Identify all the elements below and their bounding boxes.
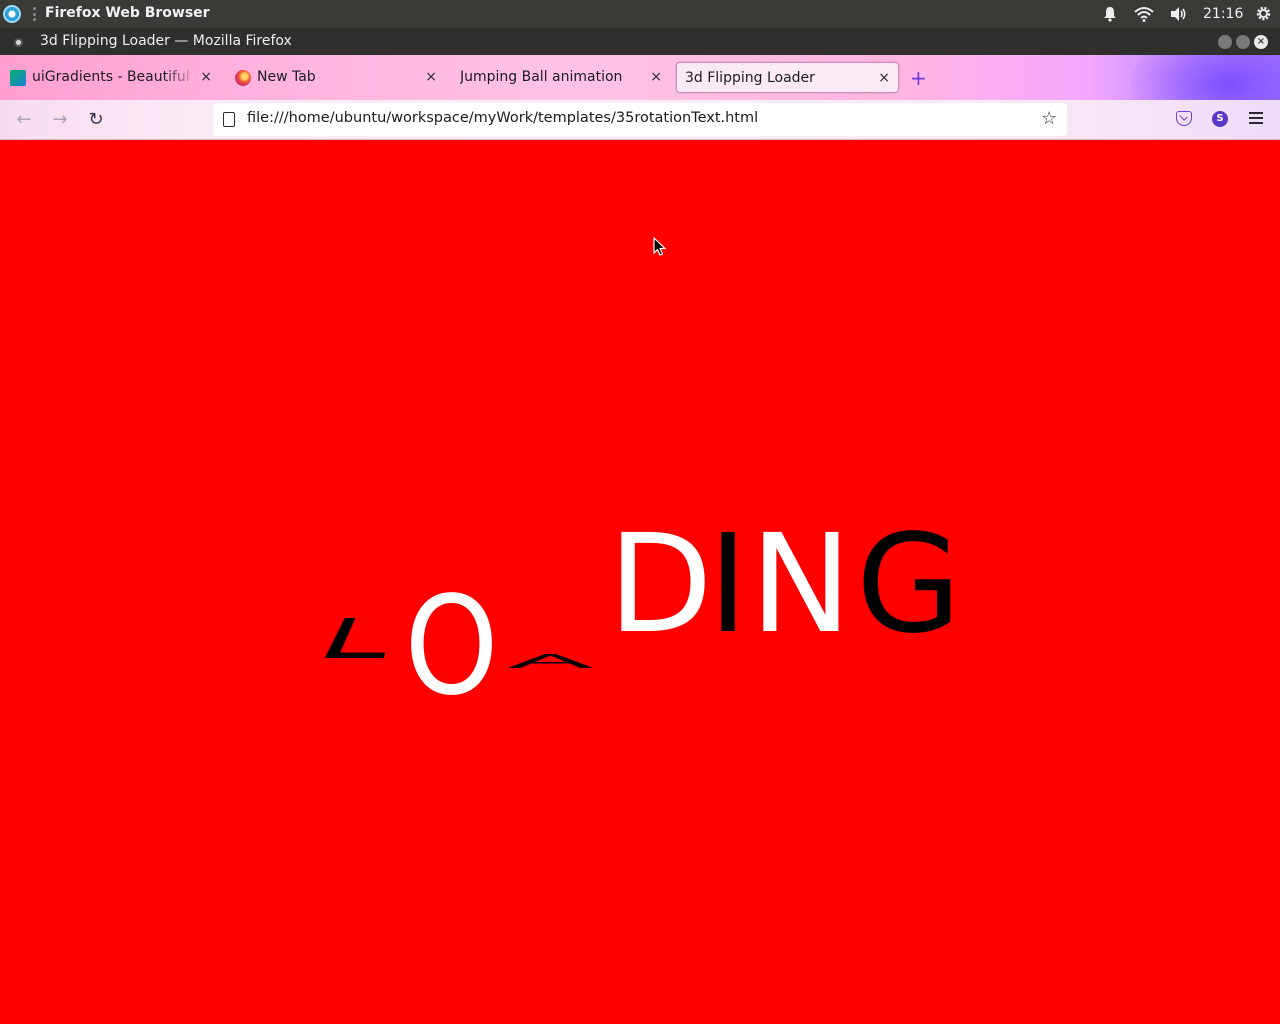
activities-icon[interactable] — [3, 5, 21, 23]
tab-new-tab[interactable]: New Tab × — [225, 62, 445, 93]
loader-letter: O — [404, 568, 499, 726]
mouse-cursor-icon — [653, 237, 667, 256]
tab-close-icon[interactable]: × — [878, 70, 890, 86]
bell-icon[interactable] — [1103, 6, 1117, 22]
clock[interactable]: 21:16 — [1203, 6, 1243, 22]
tab-strip: uiGradients - Beautiful co × New Tab × J… — [0, 55, 1280, 100]
uigradients-icon — [10, 70, 26, 86]
page-icon[interactable] — [223, 112, 235, 127]
tab-close-icon[interactable]: × — [425, 69, 437, 85]
url-bar[interactable]: file:///home/ubuntu/workspace/myWork/tem… — [213, 103, 1067, 136]
close-window-button[interactable]: × — [1254, 35, 1268, 49]
account-avatar[interactable]: S — [1212, 111, 1228, 127]
loader-letter: D — [608, 506, 713, 664]
window-title: 3d Flipping Loader — Mozilla Firefox — [40, 33, 292, 49]
window-indicator-icon — [14, 38, 23, 47]
loader-letter: N — [750, 506, 852, 664]
volume-icon[interactable] — [1170, 6, 1188, 22]
tab-jumping-ball[interactable]: Jumping Ball animation × — [450, 62, 670, 93]
tab-close-icon[interactable]: × — [200, 69, 212, 85]
firefox-icon — [235, 70, 251, 86]
loader-letter: L — [302, 609, 397, 675]
url-input[interactable]: file:///home/ubuntu/workspace/myWork/tem… — [247, 110, 758, 126]
loader-letter: A — [502, 651, 599, 675]
page-content: L O A D I N G — [0, 141, 1280, 1024]
hamburger-menu-icon[interactable] — [1249, 112, 1263, 124]
loader-letter: G — [856, 506, 962, 664]
top-panel: Firefox Web Browser 21:16 — [0, 0, 1280, 28]
reload-button[interactable]: ↻ — [85, 109, 107, 131]
bookmark-star-icon[interactable]: ☆ — [1041, 109, 1057, 129]
app-menu-label[interactable]: Firefox Web Browser — [45, 5, 210, 21]
tab-label: 3d Flipping Loader — [685, 70, 815, 86]
tab-close-icon[interactable]: × — [650, 69, 662, 85]
tab-label: uiGradients - Beautiful co — [32, 69, 197, 85]
wifi-icon[interactable] — [1134, 6, 1154, 22]
maximize-button[interactable] — [1236, 35, 1250, 49]
tab-uigradients[interactable]: uiGradients - Beautiful co × — [0, 62, 220, 93]
tab-label: New Tab — [257, 69, 316, 85]
new-tab-button[interactable]: + — [910, 68, 927, 88]
tab-3d-flipping-loader[interactable]: 3d Flipping Loader × — [676, 62, 899, 93]
window-title-bar: 3d Flipping Loader — Mozilla Firefox × — [0, 28, 1280, 55]
close-icon: × — [1256, 36, 1266, 47]
app-menu-dots-icon — [33, 7, 36, 21]
forward-button[interactable]: → — [49, 109, 71, 131]
back-button[interactable]: ← — [13, 109, 35, 131]
settings-icon[interactable] — [1255, 5, 1272, 22]
minimize-button[interactable] — [1218, 35, 1232, 49]
tab-label: Jumping Ball animation — [460, 69, 623, 85]
loader-letter: I — [708, 506, 749, 664]
